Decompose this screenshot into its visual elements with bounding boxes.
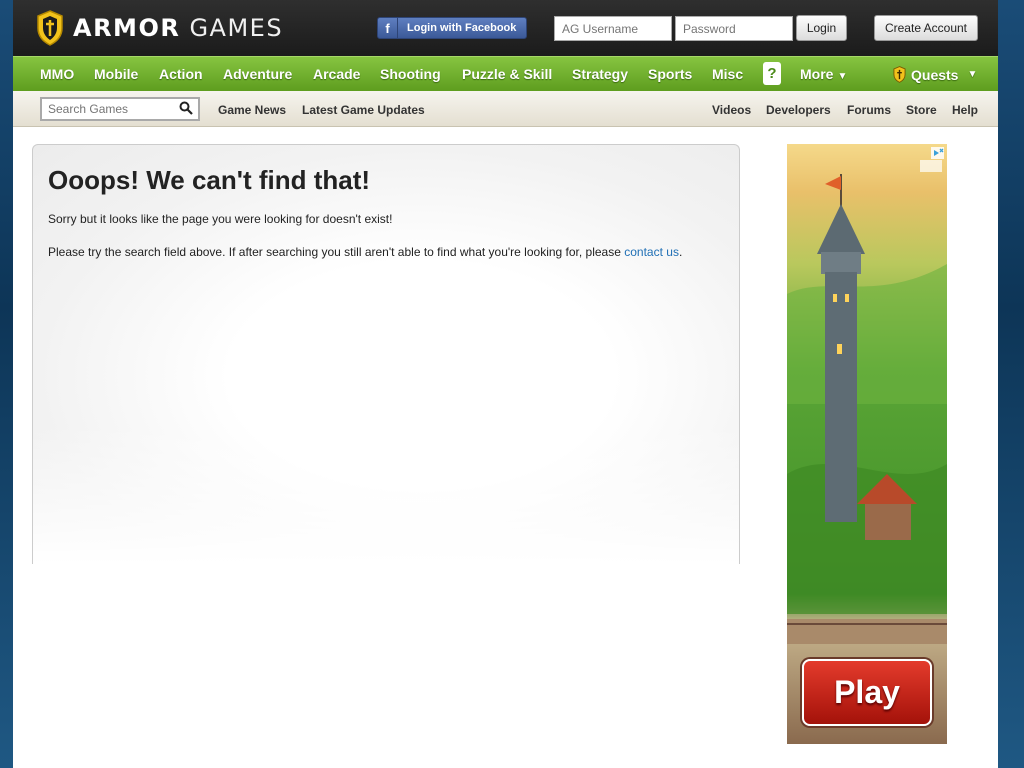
play-button[interactable]: Play [802, 659, 932, 726]
search-box [40, 97, 200, 121]
caret-down-icon: ▼ [967, 68, 978, 80]
shield-logo-icon [37, 10, 63, 46]
nav-item-quests[interactable]: Quests ▼ [893, 57, 977, 92]
nav-item-more[interactable]: More ▼ [800, 57, 847, 92]
page-background-right [998, 0, 1024, 768]
page: ARMOR GAMES f Login with Facebook Login … [13, 0, 998, 768]
caret-down-icon: ▼ [837, 71, 848, 82]
nav-item-misc[interactable]: Misc [712, 57, 743, 92]
tower-artwork [787, 174, 947, 644]
password-input[interactable] [675, 16, 793, 41]
nav-item-arcade[interactable]: Arcade [313, 57, 360, 92]
help-question-icon[interactable]: ? [763, 62, 781, 85]
store-link[interactable]: Store [906, 91, 937, 127]
login-button[interactable]: Login [796, 15, 847, 41]
developers-link[interactable]: Developers [766, 91, 831, 127]
login-with-facebook-button[interactable]: f Login with Facebook [377, 17, 527, 39]
game-news-link[interactable]: Game News [218, 91, 286, 127]
nav-item-strategy[interactable]: Strategy [572, 57, 628, 92]
top-header: ARMOR GAMES f Login with Facebook Login … [13, 0, 998, 56]
forums-link[interactable]: Forums [847, 91, 891, 127]
nav-item-mobile[interactable]: Mobile [94, 57, 138, 92]
error-panel: Ooops! We can't find that! Sorry but it … [32, 144, 740, 564]
error-title: Ooops! We can't find that! [48, 165, 371, 195]
username-input[interactable] [554, 16, 672, 41]
more-label: More [800, 66, 834, 82]
ad-choices-icon[interactable] [917, 146, 945, 174]
quests-shield-icon [893, 66, 906, 83]
quests-label: Quests [911, 66, 959, 83]
latest-game-updates-link[interactable]: Latest Game Updates [302, 91, 425, 127]
armor-games-logo[interactable]: ARMOR GAMES [36, 10, 283, 46]
videos-link[interactable]: Videos [712, 91, 751, 127]
help-link[interactable]: Help [952, 91, 978, 127]
page-background-left [0, 0, 13, 768]
secondary-nav: Game News Latest Game Updates Videos Dev… [13, 91, 998, 127]
create-account-button[interactable]: Create Account [874, 15, 978, 41]
search-suggestion: Please try the search field above. If af… [48, 245, 683, 259]
nav-item-adventure[interactable]: Adventure [223, 57, 292, 92]
search-icon[interactable] [179, 101, 193, 115]
facebook-icon: f [378, 18, 398, 38]
nav-item-shooting[interactable]: Shooting [380, 57, 441, 92]
category-nav: MMO Mobile Action Adventure Arcade Shoot… [13, 56, 998, 91]
error-message: Sorry but it looks like the page you wer… [48, 212, 393, 226]
nav-item-mmo[interactable]: MMO [40, 57, 74, 92]
nav-item-puzzle-skill[interactable]: Puzzle & Skill [462, 57, 552, 92]
logo-wordmark: ARMOR GAMES [73, 14, 284, 42]
search-games-input[interactable] [42, 99, 177, 119]
contact-us-link[interactable]: contact us [624, 245, 679, 259]
nav-item-sports[interactable]: Sports [648, 57, 692, 92]
facebook-button-label: Login with Facebook [407, 22, 517, 34]
nav-item-action[interactable]: Action [159, 57, 203, 92]
advertisement-banner[interactable]: Play [787, 144, 947, 744]
